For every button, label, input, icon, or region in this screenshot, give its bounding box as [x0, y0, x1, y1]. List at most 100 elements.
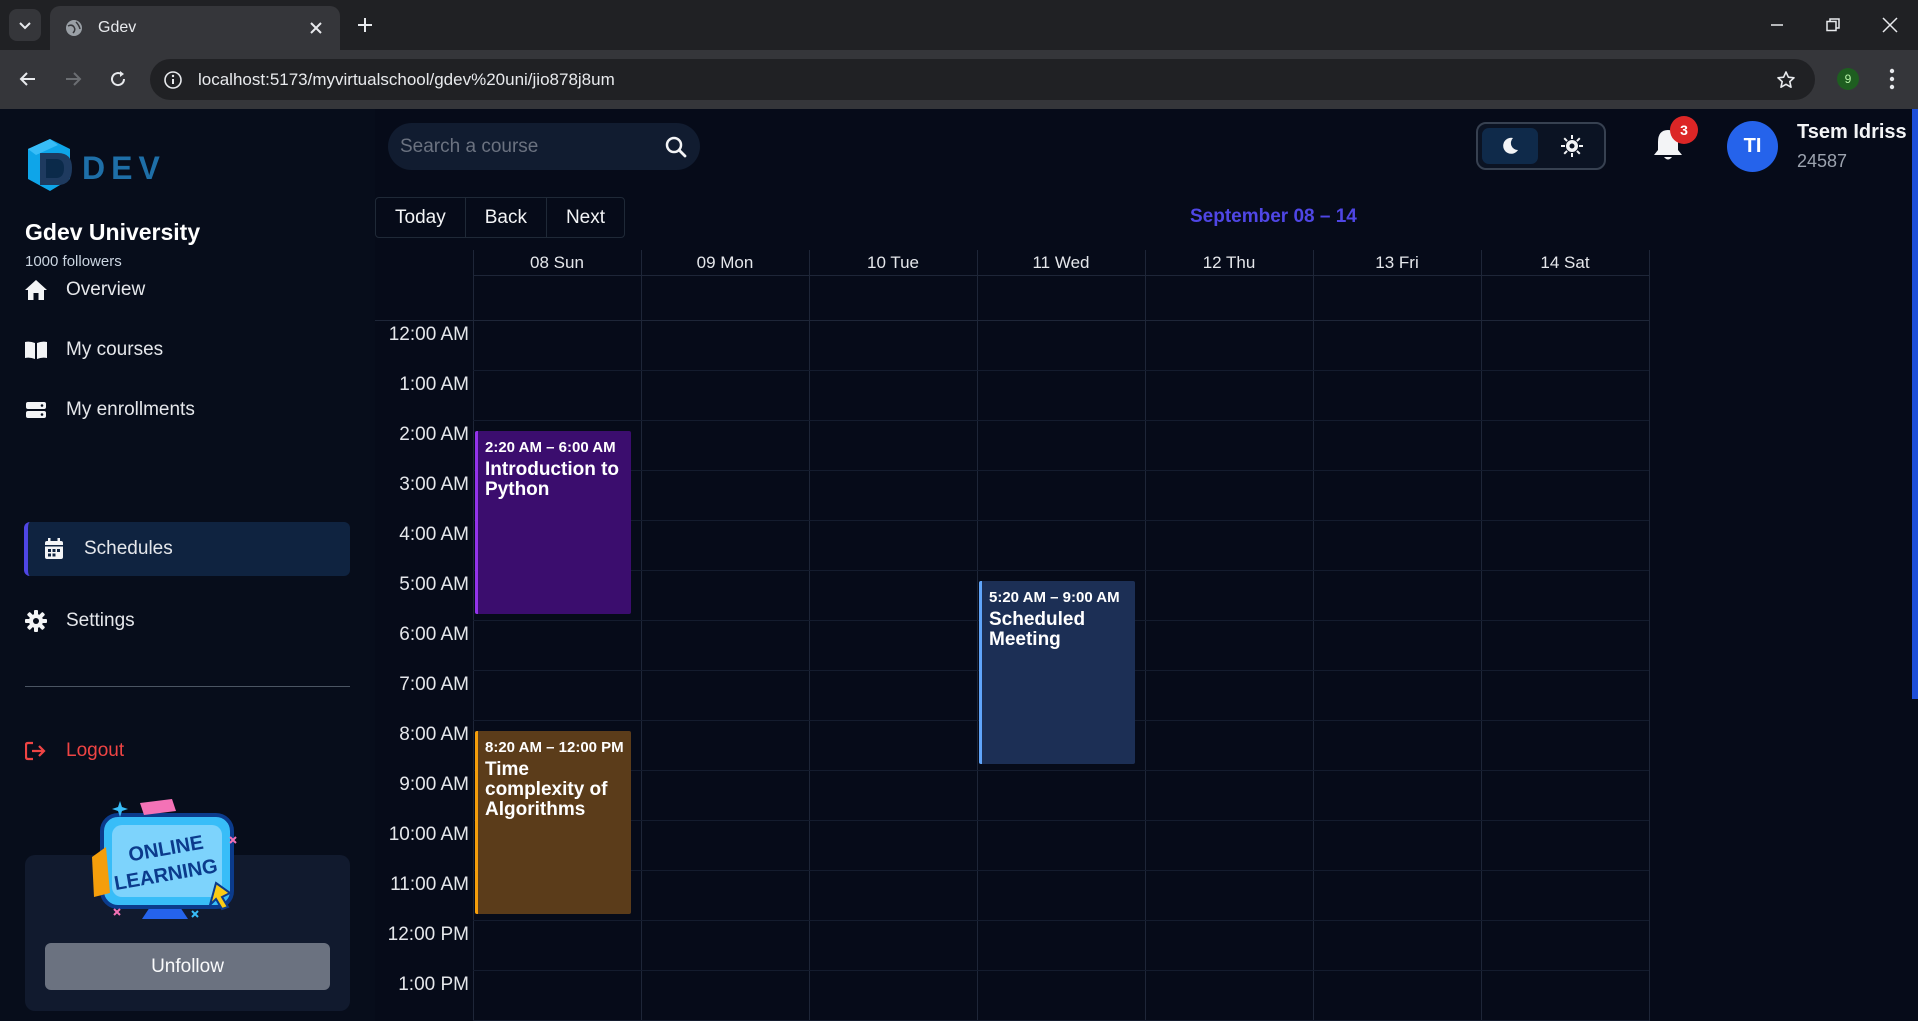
- day-column-divider: [1649, 250, 1650, 1021]
- logout-button[interactable]: Logout: [24, 724, 350, 778]
- sidebar-item-overview[interactable]: Overview: [24, 263, 350, 317]
- day-header[interactable]: 11 Wed: [977, 250, 1145, 275]
- user-id: 24587: [1797, 151, 1848, 171]
- time-slot-label: 6:00 AM: [399, 624, 469, 645]
- forward-nav-button[interactable]: [58, 64, 88, 94]
- kebab-menu-icon: [1889, 68, 1895, 90]
- new-tab-button[interactable]: [352, 12, 378, 38]
- bookmark-star-icon[interactable]: [1773, 67, 1799, 93]
- sidebar-divider: [25, 686, 350, 687]
- search-icon[interactable]: [662, 133, 690, 161]
- logout-label: Logout: [66, 740, 125, 761]
- browser-tab[interactable]: Gdev: [50, 6, 340, 50]
- dark-mode-option[interactable]: [1482, 128, 1538, 164]
- scrollbar[interactable]: [1912, 109, 1918, 699]
- time-slot-label: 4:00 AM: [399, 524, 469, 545]
- sidebar-item-my-courses[interactable]: My courses: [24, 323, 350, 377]
- tab-close-button[interactable]: [306, 18, 326, 38]
- sidebar-item-schedules[interactable]: Schedules: [24, 522, 350, 576]
- address-bar[interactable]: localhost:5173/myvirtualschool/gdev%20un…: [150, 59, 1815, 100]
- sidebar: DEV Gdev University 1000 followers Overv…: [0, 109, 375, 1021]
- theme-toggle[interactable]: [1476, 122, 1606, 170]
- event-title: Scheduled Meeting: [989, 608, 1086, 650]
- online-learning-illustration: ONLINE LEARNING: [80, 797, 250, 927]
- time-slot-label: 10:00 AM: [388, 824, 469, 845]
- minimize-icon: [1771, 24, 1783, 26]
- calendar-range-label: September 08 – 14: [1190, 206, 1357, 227]
- extension-icon[interactable]: 9: [1837, 68, 1859, 90]
- sidebar-item-label: My enrollments: [66, 399, 195, 420]
- day-column-divider: [473, 250, 474, 1021]
- hour-gridline: [473, 520, 1649, 521]
- day-column-divider: [641, 250, 642, 1021]
- hour-gridline: [473, 770, 1649, 771]
- tab-search-button[interactable]: [9, 9, 41, 41]
- close-window-button[interactable]: [1877, 12, 1903, 38]
- time-slot-label: 12:00 AM: [388, 324, 469, 345]
- back-button[interactable]: Back: [466, 198, 547, 237]
- back-nav-button[interactable]: [13, 64, 43, 94]
- day-header[interactable]: 08 Sun: [473, 250, 641, 275]
- course-search[interactable]: [388, 123, 700, 170]
- today-button[interactable]: Today: [376, 198, 466, 237]
- time-slot-label: 1:00 AM: [399, 374, 469, 395]
- calendar-event[interactable]: 2:20 AM – 6:00 AM Introduction to Python: [475, 430, 631, 614]
- sidebar-item-label: My courses: [66, 339, 164, 360]
- day-header[interactable]: 12 Thu: [1145, 250, 1313, 275]
- header-divider: [473, 275, 1649, 276]
- sidebar-item-label: Overview: [66, 279, 146, 300]
- event-title: Time complexity of Algorithms: [485, 758, 608, 820]
- gdev-logo[interactable]: DEV: [18, 135, 168, 201]
- hour-gridline: [473, 370, 1649, 371]
- notification-count-badge: 3: [1670, 116, 1698, 144]
- time-slot-label: 3:00 AM: [399, 474, 469, 495]
- time-slot-label: 2:00 AM: [399, 424, 469, 445]
- arrow-right-icon: [66, 72, 82, 86]
- sidebar-item-settings[interactable]: Settings: [24, 594, 350, 648]
- event-time: 5:20 AM – 9:00 AM: [989, 588, 1120, 606]
- svg-text:DEV: DEV: [82, 150, 166, 186]
- browser-menu-button[interactable]: [1880, 66, 1904, 92]
- time-slot-label: 12:00 PM: [387, 924, 469, 945]
- calendar-week-grid: 08 Sun 09 Mon 10 Tue 11 Wed 12 Thu 13 Fri 14 S…: [375, 250, 1915, 1021]
- day-column-divider: [1313, 250, 1314, 1021]
- reload-button[interactable]: [103, 64, 133, 94]
- minimize-button[interactable]: [1764, 12, 1790, 38]
- gear-icon: [24, 609, 48, 633]
- calendar-event[interactable]: 5:20 AM – 9:00 AM Scheduled Meeting: [979, 580, 1135, 764]
- site-info-icon[interactable]: [162, 69, 184, 91]
- sidebar-item-label: Schedules: [84, 538, 173, 559]
- time-slot-label: 5:00 AM: [399, 574, 469, 595]
- globe-icon: [66, 20, 82, 36]
- home-icon: [24, 278, 48, 302]
- unfollow-button[interactable]: Unfollow: [45, 943, 330, 990]
- stack-icon: [24, 398, 48, 422]
- hour-gridline: [473, 870, 1649, 871]
- book-icon: [24, 338, 48, 362]
- calendar-event[interactable]: 8:20 AM – 12:00 PM Time complexity of Alg…: [475, 730, 631, 914]
- restore-button[interactable]: [1820, 12, 1846, 38]
- light-mode-option[interactable]: [1544, 128, 1600, 164]
- hour-gridline: [473, 570, 1649, 571]
- day-column-divider: [809, 250, 810, 1021]
- day-header[interactable]: 09 Mon: [641, 250, 809, 275]
- organization-name: Gdev University: [25, 219, 201, 245]
- next-button[interactable]: Next: [547, 198, 624, 237]
- close-icon: [310, 22, 322, 34]
- arrow-left-icon: [19, 72, 35, 86]
- tab-title: Gdev: [98, 19, 137, 36]
- hour-gridline: [473, 820, 1649, 821]
- avatar[interactable]: TI: [1727, 121, 1778, 172]
- day-header[interactable]: 10 Tue: [809, 250, 977, 275]
- sidebar-item-label: Settings: [66, 610, 135, 631]
- time-slot-label: 1:00 PM: [398, 974, 469, 995]
- sun-icon: [1561, 135, 1583, 157]
- search-input[interactable]: [400, 135, 662, 158]
- day-header[interactable]: 14 Sat: [1481, 250, 1649, 275]
- allday-divider: [375, 320, 1649, 321]
- time-slot-label: 8:00 AM: [399, 724, 469, 745]
- event-title: Introduction to Python: [485, 458, 620, 500]
- sidebar-item-my-enrollments[interactable]: My enrollments: [24, 383, 350, 437]
- day-header[interactable]: 13 Fri: [1313, 250, 1481, 275]
- time-slot-label: 9:00 AM: [399, 774, 469, 795]
